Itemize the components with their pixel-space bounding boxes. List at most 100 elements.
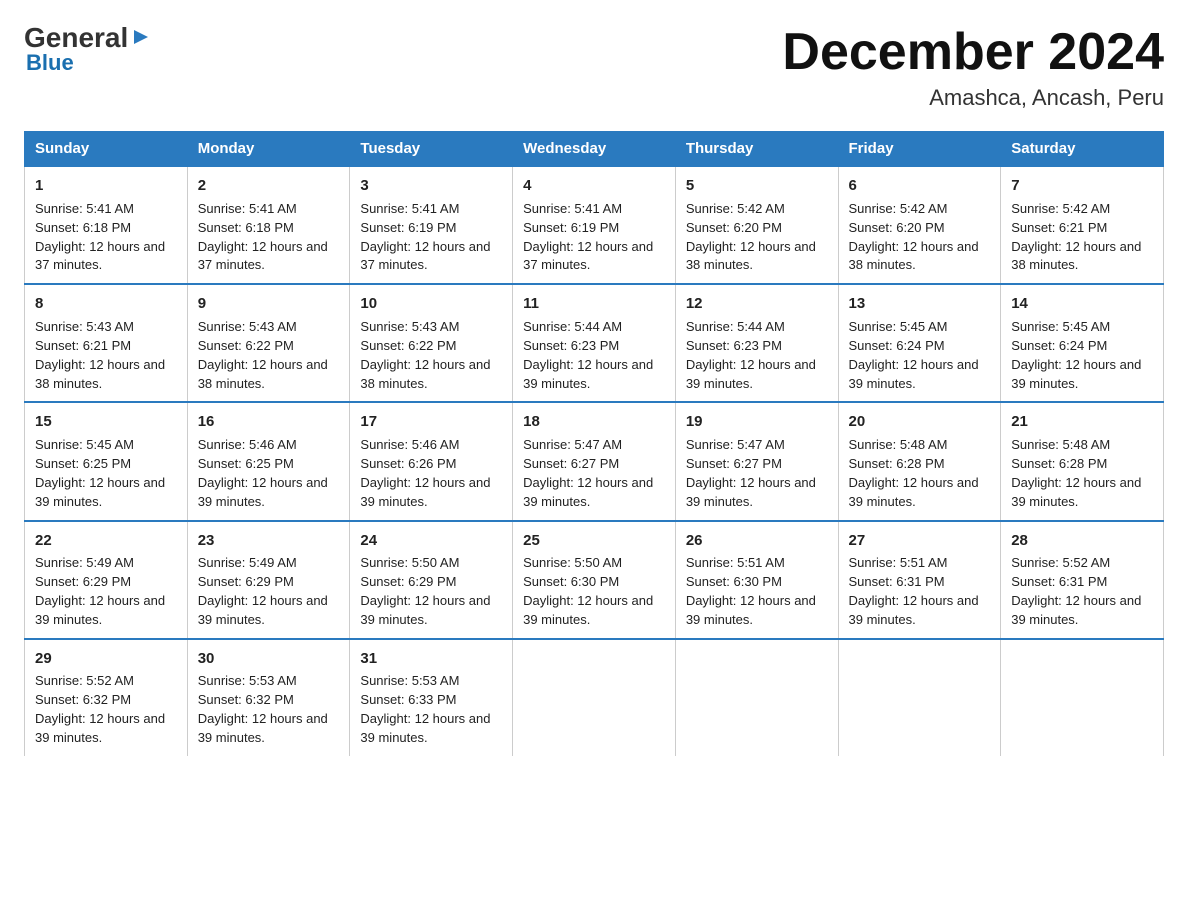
sunrise-text: Sunrise: 5:51 AM	[686, 555, 785, 570]
calendar-header-row: Sunday Monday Tuesday Wednesday Thursday…	[25, 132, 1164, 167]
calendar-cell: 9Sunrise: 5:43 AMSunset: 6:22 PMDaylight…	[187, 284, 350, 402]
calendar-cell	[1001, 639, 1164, 756]
calendar-cell: 20Sunrise: 5:48 AMSunset: 6:28 PMDayligh…	[838, 402, 1001, 520]
sunrise-text: Sunrise: 5:46 AM	[198, 437, 297, 452]
calendar-cell: 31Sunrise: 5:53 AMSunset: 6:33 PMDayligh…	[350, 639, 513, 756]
calendar-week-row: 29 Sunrise: 5:52 AM Sunset: 6:32 PM Dayligh…	[25, 639, 1164, 756]
day-number: 5	[686, 175, 828, 197]
sunset-text: Sunset: 6:33 PM	[360, 692, 456, 707]
logo: General Blue	[24, 24, 152, 76]
sunrise-text: Sunrise: 5:52 AM	[1011, 555, 1110, 570]
col-tuesday: Tuesday	[350, 132, 513, 167]
sunset-text: Sunset: 6:21 PM	[1011, 220, 1107, 235]
daylight-text: Daylight: 12 hours and 39 minutes.	[35, 711, 165, 745]
day-number: 10	[360, 293, 502, 315]
daylight-text: Daylight: 12 hours and 39 minutes.	[849, 357, 979, 391]
daylight-text: Daylight: 12 hours and 39 minutes.	[360, 593, 490, 627]
sunrise-text: Sunrise: 5:47 AM	[686, 437, 785, 452]
sunset-text: Sunset: 6:19 PM	[523, 220, 619, 235]
calendar-cell: 24Sunrise: 5:50 AMSunset: 6:29 PMDayligh…	[350, 521, 513, 639]
day-number: 6	[849, 175, 991, 197]
col-friday: Friday	[838, 132, 1001, 167]
daylight-text: Daylight: 12 hours and 38 minutes.	[35, 357, 165, 391]
sunset-text: Sunset: 6:23 PM	[686, 338, 782, 353]
day-number: 28	[1011, 530, 1153, 552]
calendar-cell: 15Sunrise: 5:45 AMSunset: 6:25 PMDayligh…	[25, 402, 188, 520]
calendar-cell	[838, 639, 1001, 756]
sunset-text: Sunset: 6:20 PM	[849, 220, 945, 235]
day-number: 12	[686, 293, 828, 315]
daylight-text: Daylight: 12 hours and 39 minutes.	[198, 593, 328, 627]
calendar-cell: 30Sunrise: 5:53 AMSunset: 6:32 PMDayligh…	[187, 639, 350, 756]
sunset-text: Sunset: 6:25 PM	[35, 456, 131, 471]
calendar-week-row: 15Sunrise: 5:45 AMSunset: 6:25 PMDayligh…	[25, 402, 1164, 520]
sunset-text: Sunset: 6:18 PM	[35, 220, 131, 235]
daylight-text: Daylight: 12 hours and 38 minutes.	[1011, 239, 1141, 273]
sunrise-text: Sunrise: 5:44 AM	[523, 319, 622, 334]
daylight-text: Daylight: 12 hours and 37 minutes.	[360, 239, 490, 273]
sunrise-text: Sunrise: 5:50 AM	[523, 555, 622, 570]
sunset-text: Sunset: 6:28 PM	[1011, 456, 1107, 471]
calendar-cell: 21Sunrise: 5:48 AMSunset: 6:28 PMDayligh…	[1001, 402, 1164, 520]
sunset-text: Sunset: 6:32 PM	[198, 692, 294, 707]
sunset-text: Sunset: 6:27 PM	[523, 456, 619, 471]
daylight-text: Daylight: 12 hours and 39 minutes.	[686, 475, 816, 509]
calendar-cell: 13Sunrise: 5:45 AMSunset: 6:24 PMDayligh…	[838, 284, 1001, 402]
day-number: 25	[523, 530, 665, 552]
daylight-text: Daylight: 12 hours and 39 minutes.	[849, 593, 979, 627]
sunset-text: Sunset: 6:24 PM	[849, 338, 945, 353]
sunset-text: Sunset: 6:27 PM	[686, 456, 782, 471]
sunrise-text: Sunrise: 5:45 AM	[849, 319, 948, 334]
day-number: 9	[198, 293, 340, 315]
daylight-text: Daylight: 12 hours and 38 minutes.	[686, 239, 816, 273]
logo-blue: Blue	[24, 50, 74, 76]
day-number: 23	[198, 530, 340, 552]
calendar-cell: 18Sunrise: 5:47 AMSunset: 6:27 PMDayligh…	[513, 402, 676, 520]
daylight-text: Daylight: 12 hours and 37 minutes.	[35, 239, 165, 273]
daylight-text: Daylight: 12 hours and 39 minutes.	[198, 475, 328, 509]
sunset-text: Sunset: 6:30 PM	[686, 574, 782, 589]
sunset-text: Sunset: 6:18 PM	[198, 220, 294, 235]
calendar-cell: 7Sunrise: 5:42 AMSunset: 6:21 PMDaylight…	[1001, 166, 1164, 284]
col-sunday: Sunday	[25, 132, 188, 167]
sunset-text: Sunset: 6:22 PM	[198, 338, 294, 353]
day-number: 20	[849, 411, 991, 433]
sunset-text: Sunset: 6:31 PM	[1011, 574, 1107, 589]
sunset-text: Sunset: 6:24 PM	[1011, 338, 1107, 353]
daylight-text: Daylight: 12 hours and 39 minutes.	[523, 357, 653, 391]
sunrise-text: Sunrise: 5:42 AM	[849, 201, 948, 216]
col-thursday: Thursday	[675, 132, 838, 167]
calendar-table: Sunday Monday Tuesday Wednesday Thursday…	[24, 131, 1164, 756]
daylight-text: Daylight: 12 hours and 39 minutes.	[360, 475, 490, 509]
calendar-cell: 5Sunrise: 5:42 AMSunset: 6:20 PMDaylight…	[675, 166, 838, 284]
calendar-cell: 27Sunrise: 5:51 AMSunset: 6:31 PMDayligh…	[838, 521, 1001, 639]
sunset-text: Sunset: 6:23 PM	[523, 338, 619, 353]
calendar-cell: 22Sunrise: 5:49 AMSunset: 6:29 PMDayligh…	[25, 521, 188, 639]
col-wednesday: Wednesday	[513, 132, 676, 167]
day-number: 11	[523, 293, 665, 315]
day-number: 17	[360, 411, 502, 433]
day-number: 29	[35, 648, 177, 670]
day-number: 30	[198, 648, 340, 670]
sunset-text: Sunset: 6:32 PM	[35, 692, 131, 707]
sunrise-text: Sunrise: 5:50 AM	[360, 555, 459, 570]
col-monday: Monday	[187, 132, 350, 167]
sunrise-text: Sunrise: 5:52 AM	[35, 673, 134, 688]
calendar-cell: 29 Sunrise: 5:52 AM Sunset: 6:32 PM Dayligh…	[25, 639, 188, 756]
sunrise-text: Sunrise: 5:53 AM	[198, 673, 297, 688]
daylight-text: Daylight: 12 hours and 39 minutes.	[849, 475, 979, 509]
day-number: 24	[360, 530, 502, 552]
sunrise-text: Sunrise: 5:42 AM	[1011, 201, 1110, 216]
page-header: General Blue December 2024 Amashca, Anca…	[24, 24, 1164, 111]
day-number: 4	[523, 175, 665, 197]
sunset-text: Sunset: 6:29 PM	[35, 574, 131, 589]
daylight-text: Daylight: 12 hours and 38 minutes.	[198, 357, 328, 391]
day-number: 8	[35, 293, 177, 315]
calendar-cell: 16Sunrise: 5:46 AMSunset: 6:25 PMDayligh…	[187, 402, 350, 520]
daylight-text: Daylight: 12 hours and 39 minutes.	[523, 593, 653, 627]
calendar-cell: 6Sunrise: 5:42 AMSunset: 6:20 PMDaylight…	[838, 166, 1001, 284]
daylight-text: Daylight: 12 hours and 37 minutes.	[523, 239, 653, 273]
day-number: 15	[35, 411, 177, 433]
day-number: 31	[360, 648, 502, 670]
daylight-text: Daylight: 12 hours and 39 minutes.	[1011, 475, 1141, 509]
